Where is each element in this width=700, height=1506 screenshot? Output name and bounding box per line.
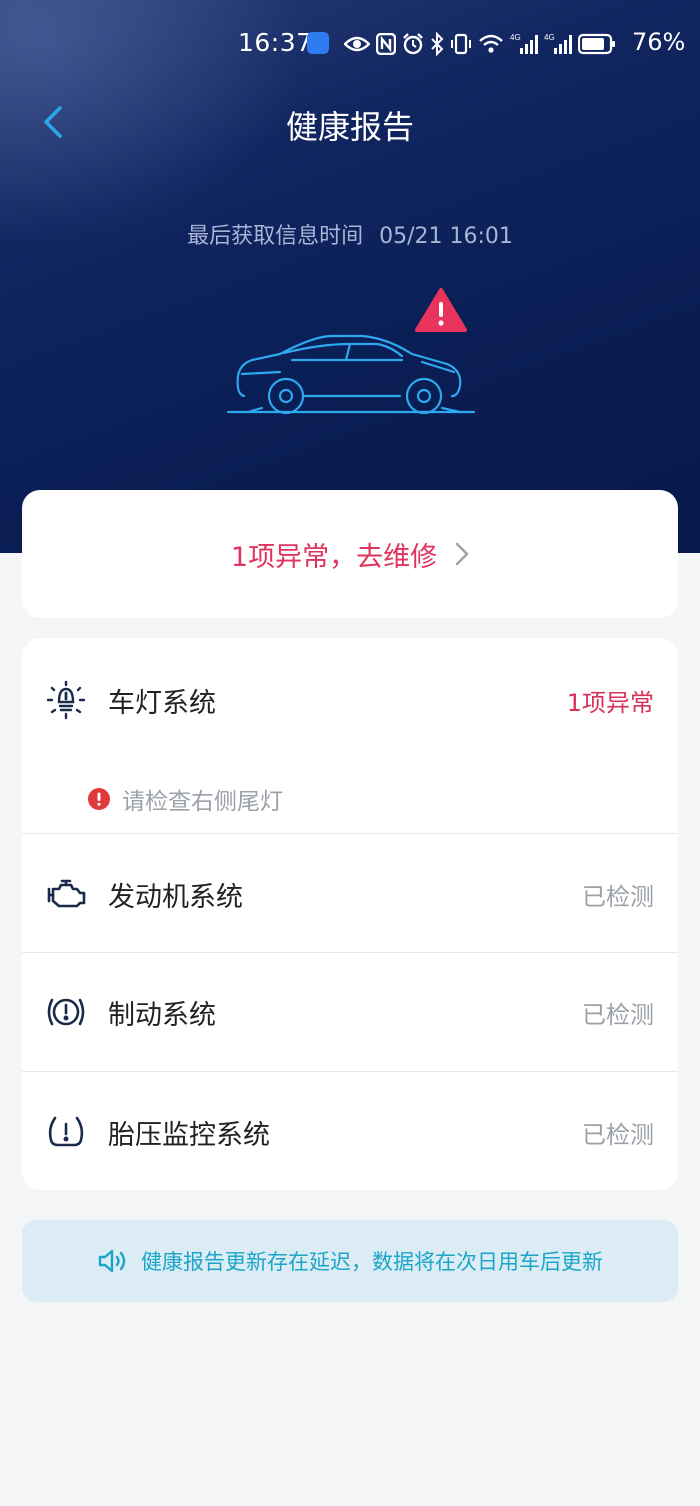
last-fetch-info: 最后获取信息时间 05/21 16:01	[0, 218, 700, 250]
page-title: 健康报告	[285, 108, 414, 146]
engine-icon	[44, 872, 88, 916]
alert-detail-text: 请检查右侧尾灯	[122, 789, 283, 815]
divider	[22, 833, 678, 834]
status-icons: 4G 4G	[344, 28, 616, 60]
signal-4g-icon: 4G	[544, 33, 572, 54]
battery-icon	[578, 33, 615, 55]
system-status-alert: 1项异常	[566, 688, 654, 717]
car-icon	[226, 334, 476, 415]
repair-card[interactable]: 1项异常，去维修	[22, 490, 678, 618]
last-fetch-time: 05/21 16:01	[379, 224, 513, 249]
bluetooth-icon	[431, 32, 444, 56]
delay-notice: 健康报告更新存在延迟，数据将在次日用车后更新	[22, 1220, 678, 1302]
brake-icon	[44, 990, 88, 1034]
eye-icon	[344, 36, 370, 52]
app-badge-icon	[307, 32, 329, 54]
system-row-tire-pressure[interactable]: 胎压监控系统 已检测	[22, 1100, 678, 1164]
speaker-icon	[98, 1249, 126, 1273]
hero-header: 16:37 4G 4G 76% 健康报告 最后获取信息时间 05/21 16:01	[0, 0, 700, 553]
system-name: 车灯系统	[108, 687, 216, 719]
divider	[22, 1071, 678, 1072]
system-status: 已检测	[582, 1000, 654, 1029]
system-status: 已检测	[582, 882, 654, 911]
car-illustration	[226, 288, 476, 415]
battery-percent: 76%	[632, 28, 686, 56]
signal-4g-icon: 4G	[510, 33, 538, 54]
last-fetch-label: 最后获取信息时间	[187, 224, 364, 249]
system-row-lights[interactable]: 车灯系统 1项异常	[22, 668, 678, 732]
repair-link-text[interactable]: 1项异常，去维修	[231, 535, 437, 574]
chevron-right-icon	[455, 542, 469, 566]
tire-pressure-icon	[44, 1110, 88, 1154]
system-row-brake[interactable]: 制动系统 已检测	[22, 980, 678, 1044]
divider	[22, 952, 678, 953]
system-name: 胎压监控系统	[108, 1119, 270, 1151]
status-bar: 16:37 4G 4G 76%	[0, 22, 700, 66]
svg-text:4G: 4G	[544, 33, 555, 42]
system-name: 发动机系统	[108, 881, 243, 913]
status-time: 16:37	[238, 28, 313, 57]
systems-card: 车灯系统 1项异常 请检查右侧尾灯 发动机系统 已检测 制动系统 已检测 胎压监…	[22, 638, 678, 1190]
vibrate-icon	[451, 33, 471, 55]
warning-triangle-icon	[415, 288, 467, 332]
delay-notice-text: 健康报告更新存在延迟，数据将在次日用车后更新	[141, 1250, 603, 1274]
svg-text:4G: 4G	[510, 33, 521, 42]
alarm-icon	[403, 33, 423, 55]
headlight-icon	[44, 678, 88, 722]
system-row-engine[interactable]: 发动机系统 已检测	[22, 862, 678, 926]
alert-detail: 请检查右侧尾灯	[88, 782, 283, 816]
nfc-icon	[376, 33, 396, 55]
system-name: 制动系统	[108, 999, 216, 1031]
wifi-icon	[479, 34, 503, 53]
error-circle-icon	[88, 788, 110, 810]
system-status: 已检测	[582, 1120, 654, 1149]
